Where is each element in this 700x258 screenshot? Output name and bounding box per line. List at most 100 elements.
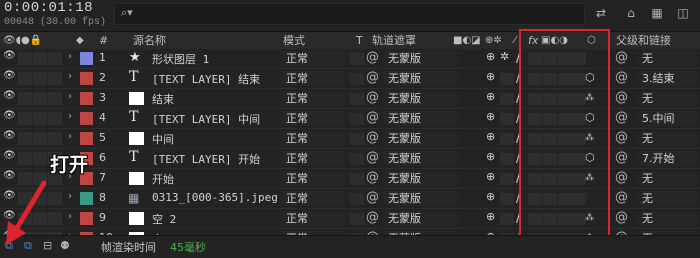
- track-matte-select[interactable]: 无蒙版: [384, 131, 458, 146]
- matte-pickwhip-icon[interactable]: @: [366, 130, 379, 145]
- matte-pickwhip-icon[interactable]: @: [366, 190, 379, 205]
- parent-pickwhip-icon[interactable]: @: [615, 210, 628, 225]
- solo-toggle[interactable]: [33, 152, 47, 165]
- collapse-switch[interactable]: [500, 113, 514, 125]
- matte-pickwhip-icon[interactable]: @: [366, 70, 379, 85]
- layer-name[interactable]: 结束: [152, 91, 174, 107]
- track-matte-select[interactable]: 无蒙版: [384, 191, 458, 206]
- expand-chevron-icon[interactable]: ›: [68, 111, 72, 122]
- visibility-eye-icon[interactable]: 👁: [3, 150, 16, 161]
- solo-toggle[interactable]: [33, 132, 47, 145]
- layer-name[interactable]: 开始: [152, 171, 174, 187]
- collapse-switch[interactable]: [500, 73, 514, 85]
- visibility-eye-icon[interactable]: 👁: [3, 50, 16, 61]
- layer-label-color[interactable]: [80, 212, 93, 225]
- audio-toggle[interactable]: [18, 52, 32, 65]
- matte-pickwhip-icon[interactable]: @: [366, 90, 379, 105]
- preserve-transparency-toggle[interactable]: [350, 173, 364, 185]
- shy-switch-icon[interactable]: ⊕: [486, 50, 495, 63]
- collapse-switch[interactable]: [500, 173, 514, 185]
- parent-none-select[interactable]: 无: [638, 191, 698, 206]
- motion-blur-icon[interactable]: ◫: [674, 4, 692, 22]
- track-matte-select[interactable]: 无蒙版: [384, 211, 458, 226]
- visibility-eye-icon[interactable]: 👁: [3, 110, 16, 121]
- preserve-transparency-toggle[interactable]: [350, 213, 364, 225]
- blend-mode-select[interactable]: 正常: [282, 71, 344, 86]
- frame-blending-icon[interactable]: ▦: [648, 4, 666, 22]
- layer-name[interactable]: [TEXT LAYER] 中间: [152, 111, 260, 127]
- shy-switch-icon[interactable]: ⊕: [486, 210, 495, 223]
- collapse-switch-icon[interactable]: ✲: [500, 50, 509, 63]
- collapse-switch[interactable]: [500, 213, 514, 225]
- shy-switch-icon[interactable]: ⊕: [486, 90, 495, 103]
- track-matte-header[interactable]: 轨道遮罩: [372, 32, 416, 49]
- lock-toggle[interactable]: [48, 72, 62, 85]
- search-icon[interactable]: ⌕▾: [121, 6, 133, 20]
- track-matte-select[interactable]: 无蒙版: [384, 71, 458, 86]
- collapse-switch[interactable]: [500, 193, 514, 205]
- layer-name[interactable]: 形状图层 1: [152, 51, 209, 67]
- blend-mode-select[interactable]: 正常: [282, 171, 344, 186]
- track-matte-select[interactable]: 无蒙版: [384, 171, 458, 186]
- lock-toggle[interactable]: [48, 92, 62, 105]
- parent-pickwhip-icon[interactable]: @: [615, 90, 628, 105]
- audio-toggle[interactable]: [18, 72, 32, 85]
- parent-pickwhip-icon[interactable]: @: [615, 110, 628, 125]
- lock-toggle[interactable]: [48, 112, 62, 125]
- expand-chevron-icon[interactable]: ›: [68, 131, 72, 142]
- time-stretch-toggle-icon[interactable]: ⚉: [60, 239, 70, 252]
- expand-chevron-icon[interactable]: ›: [68, 91, 72, 102]
- shy-switch-icon[interactable]: ⊕: [486, 130, 495, 143]
- solo-toggle[interactable]: [33, 112, 47, 125]
- shy-switch-icon[interactable]: ⊕: [486, 190, 495, 203]
- parent-none-select[interactable]: 无: [638, 211, 698, 226]
- mode-header[interactable]: 模式: [283, 32, 305, 49]
- parent-none-select[interactable]: 无: [638, 91, 698, 106]
- preserve-transparency-toggle[interactable]: [350, 133, 364, 145]
- track-matte-select[interactable]: 无蒙版: [384, 91, 458, 106]
- parent-pickwhip-icon[interactable]: @: [615, 50, 628, 65]
- matte-pickwhip-icon[interactable]: @: [366, 50, 379, 65]
- visibility-eye-icon[interactable]: 👁: [3, 70, 16, 81]
- parent-none-select[interactable]: 无: [638, 131, 698, 146]
- shy-layers-icon[interactable]: ⌂: [622, 4, 640, 22]
- parent-none-select[interactable]: 无: [638, 51, 698, 66]
- parent-pickwhip-icon[interactable]: @: [615, 130, 628, 145]
- expand-chevron-icon[interactable]: ›: [68, 71, 72, 82]
- expand-chevron-icon[interactable]: ›: [68, 51, 72, 62]
- parent-pickwhip-icon[interactable]: @: [615, 170, 628, 185]
- current-time-display[interactable]: 0:00:01:18: [4, 0, 93, 16]
- solo-toggle[interactable]: [33, 52, 47, 65]
- preserve-transparency-toggle[interactable]: [350, 73, 364, 85]
- matte-pickwhip-icon[interactable]: @: [366, 150, 379, 165]
- parent-pickwhip-icon[interactable]: @: [615, 150, 628, 165]
- preserve-transparency-toggle[interactable]: [350, 53, 364, 65]
- parent-pickwhip-icon[interactable]: @: [615, 190, 628, 205]
- blend-mode-select[interactable]: 正常: [282, 191, 344, 206]
- layer-label-color[interactable]: [80, 112, 93, 125]
- layer-name[interactable]: [TEXT LAYER] 结束: [152, 71, 260, 87]
- layer-label-color[interactable]: [80, 72, 93, 85]
- expand-chevron-icon[interactable]: ›: [68, 191, 72, 202]
- lock-toggle[interactable]: [48, 52, 62, 65]
- visibility-eye-icon[interactable]: 👁: [3, 90, 16, 101]
- track-matte-select[interactable]: 无蒙版: [384, 151, 458, 166]
- blend-mode-select[interactable]: 正常: [282, 91, 344, 106]
- matte-pickwhip-icon[interactable]: @: [366, 210, 379, 225]
- layer-label-color[interactable]: [80, 52, 93, 65]
- track-matte-select[interactable]: 无蒙版: [384, 111, 458, 126]
- track-matte-select[interactable]: 无蒙版: [384, 51, 458, 66]
- shy-switch-icon[interactable]: ⊕: [486, 110, 495, 123]
- preserve-transparency-toggle[interactable]: [350, 193, 364, 205]
- preserve-transparency-toggle[interactable]: [350, 93, 364, 105]
- visibility-eye-icon[interactable]: 👁: [3, 130, 16, 141]
- preserve-transparency-toggle[interactable]: [350, 113, 364, 125]
- parent-layer-select[interactable]: 3.结束: [638, 71, 698, 86]
- parent-link-header[interactable]: 父级和链接: [616, 32, 671, 49]
- audio-toggle[interactable]: [18, 152, 32, 165]
- layer-name[interactable]: 空 2: [152, 211, 176, 227]
- blend-mode-select[interactable]: 正常: [282, 151, 344, 166]
- parent-none-select[interactable]: 无: [638, 171, 698, 186]
- blend-mode-select[interactable]: 正常: [282, 131, 344, 146]
- layer-name[interactable]: 0313_[000-365].jpeg: [152, 191, 278, 204]
